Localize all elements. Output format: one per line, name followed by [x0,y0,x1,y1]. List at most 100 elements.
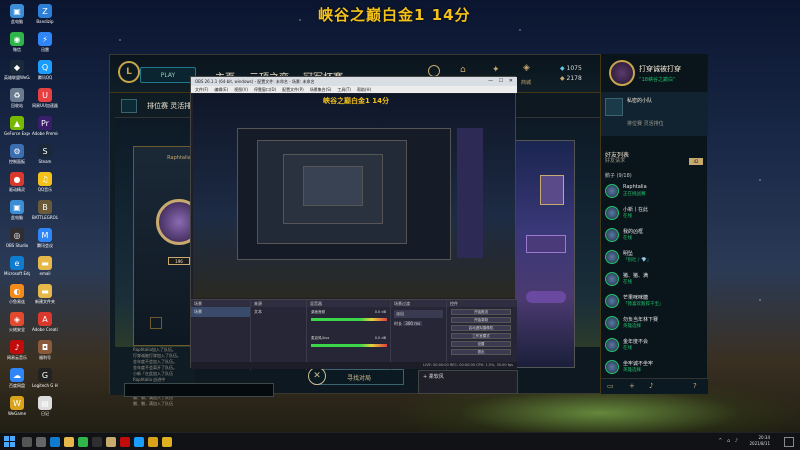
desktop-icon[interactable]: ▬ 新建文件夹 [32,284,58,304]
find-match-button[interactable]: 寻找对局 [314,369,404,385]
obs-menu-item[interactable]: 场景集合(S) [310,87,332,92]
desktop-icon[interactable]: AAdobe Creative [32,312,58,332]
transition-select[interactable]: 淡出 [394,310,443,318]
desktop-icon[interactable]: ● 驱动精灵 [4,172,30,192]
desktop-icon[interactable]: ☁ 百度网盘 [4,368,30,388]
wegame-icon[interactable] [148,437,158,447]
store-icon[interactable]: ◈ [523,63,537,77]
duration-value[interactable]: 300 ms [403,321,423,326]
close-icon[interactable]: ✕ [509,78,513,84]
source-item[interactable]: 文本 [251,307,306,317]
desktop-icon[interactable]: ◉ 微信 [4,32,30,52]
desktop-icon[interactable]: ⚙ 控制面板 [4,144,30,164]
add-friend-icon[interactable]: + [629,382,635,390]
file-explorer-icon[interactable] [64,437,74,447]
desktop-icon[interactable]: eMicrosoft Edge [4,256,30,276]
friend-list-item[interactable]: 小新丨在此 在线 [605,204,705,226]
friend-list-item[interactable]: Raphtalia 正在挑战赛 [605,182,705,204]
obs-menu-item[interactable]: 停靠窗口(D) [254,87,276,92]
popup-item[interactable]: 柔软风 [429,374,444,380]
desktop-icon[interactable]: ♫ QQ音乐 [32,172,58,192]
lobby-chat-input[interactable] [124,383,274,397]
friend-list-item[interactable]: 明坠 「别吐丿💎」 [605,248,705,270]
notifications-icon[interactable] [784,437,794,447]
desktop-icon[interactable]: ♪ 网易云音乐 [4,340,30,360]
edge-icon[interactable] [50,437,60,447]
scene-item[interactable]: 场景 [191,307,250,317]
exit-button[interactable]: 退出 [451,349,511,355]
friend-list-item[interactable]: 金年度不会 在线 [605,336,705,358]
position-icon-primary[interactable] [150,317,162,329]
obs-menu-item[interactable]: 视图(V) [234,87,248,92]
obs-menu-item[interactable]: 工具(T) [337,87,351,92]
obs-menu-item[interactable]: 文件(F) [195,87,208,92]
minimize-icon[interactable]: — [488,78,493,84]
settings-button[interactable]: 设置 [451,341,511,347]
start-streaming-button[interactable]: 开始推流 [451,309,511,315]
desktop-icon[interactable]: ◎ OBS Studio [4,228,30,248]
summoner-avatar[interactable] [609,60,635,86]
obs-icon[interactable] [92,437,102,447]
desktop-icon[interactable]: M 腾讯会议 [32,228,58,248]
wechat-icon[interactable] [78,437,88,447]
maximize-icon[interactable]: ☐ [499,78,503,84]
network-icon[interactable]: ⌂ [727,438,730,444]
taskbar-clock[interactable]: 20:34 2021/8/11 [749,435,770,447]
qq-icon[interactable] [134,437,144,447]
friend-list-item[interactable]: 猪、猪、满 在线 [605,270,705,292]
friend-list-item[interactable]: 我的凶框 在线 [605,226,705,248]
lol-icon: ◆ [10,60,24,74]
virtual-camera-button[interactable]: 启动虚拟摄像机 [451,325,511,331]
studio-mode-button[interactable]: 工作室模式 [451,333,511,339]
desktop-icon[interactable]: S Steam [32,144,58,164]
obs-menu-item[interactable]: 编辑(E) [214,87,228,92]
obs-preview[interactable]: 峡谷之巅白金1 14分 [193,94,515,298]
desktop-icon-label: GeForce Experience [4,131,30,136]
obs-menu-item[interactable]: 帮助(H) [357,87,371,92]
task-view-icon[interactable] [36,437,46,447]
voice-icon[interactable]: ♪ [649,382,653,390]
desktop-icon[interactable]: Z Bandizip [32,4,58,24]
friend-list-item[interactable]: 坐牢诚不坐牢 英雄选择 [605,358,705,380]
help-icon[interactable]: ? [693,382,697,390]
desktop-icon[interactable]: ◈ 火绒安全 [4,312,30,332]
store-label[interactable]: 商城 [521,79,531,86]
desktop-icon[interactable]: ▣ 此电脑 [4,200,30,220]
start-recording-button[interactable]: 开始录制 [451,317,511,323]
friend-list-item[interactable]: 芒果咪咪糖 「我喜欢敌猝干宝」 [605,292,705,314]
netease-music-icon[interactable] [120,437,130,447]
desktop-icon[interactable]: Q 腾讯QQ [32,60,58,80]
friend-requests-row[interactable]: 好友请求 42 [605,157,703,167]
volume-icon[interactable]: ♪ [735,438,738,444]
desktop-icon-label: Bandizip [36,19,54,24]
friend-list-item[interactable]: 勿负当年林下赛 英雄选择 [605,314,705,336]
popup-add-icon[interactable]: + [423,374,427,380]
summoner-status[interactable]: “18峡谷之巅白” [639,76,676,83]
desktop-icon[interactable]: BBATTLEGROUNDS [32,200,58,220]
friend-group-label[interactable]: 鹅子 (9/18) [605,172,632,179]
desktop-icon[interactable]: U 网易UU加速器 [32,88,58,108]
desktop-icon[interactable]: ♻ 回收站 [4,88,30,108]
desktop-icon[interactable]: ⚡ 迅雷 [32,32,58,52]
desktop-icon[interactable]: GLogitech G HUB [32,368,58,388]
desktop-icon[interactable]: ▣ 此电脑 [4,4,30,24]
desktop-icon[interactable]: ▤ 日记 [32,396,58,416]
lol-icon[interactable] [106,437,116,447]
desktop-icon[interactable]: ▲GeForce Experience [4,116,30,136]
desktop-icon[interactable]: ◆英雄联盟WeGame版 [4,60,30,80]
obs-menu-item[interactable]: 配置文件(P) [282,87,304,92]
desktop-icon[interactable]: PrAdobe Premiere [32,116,58,136]
party-club[interactable]: 私密的小队 排位赛 灵活排位 [601,92,708,136]
chrome-icon[interactable] [162,437,172,447]
desktop-icon[interactable]: ▬ email [32,256,58,276]
chat-icon[interactable]: ▭ [607,382,614,390]
windows-start-icon[interactable] [4,436,15,447]
play-button[interactable]: PLAY [140,67,196,83]
desktop-icon[interactable]: ◘ 福利号 [32,340,58,360]
desktop-icon[interactable]: ◐ 小鱼易连 [4,284,30,304]
chevron-up-icon[interactable]: ^ [718,438,722,444]
search-icon[interactable] [22,437,32,447]
lol-logo-icon[interactable]: L [118,61,140,83]
obs-popup: + 柔软风 [418,370,518,394]
desktop-icon[interactable]: W WeGame [4,396,30,416]
